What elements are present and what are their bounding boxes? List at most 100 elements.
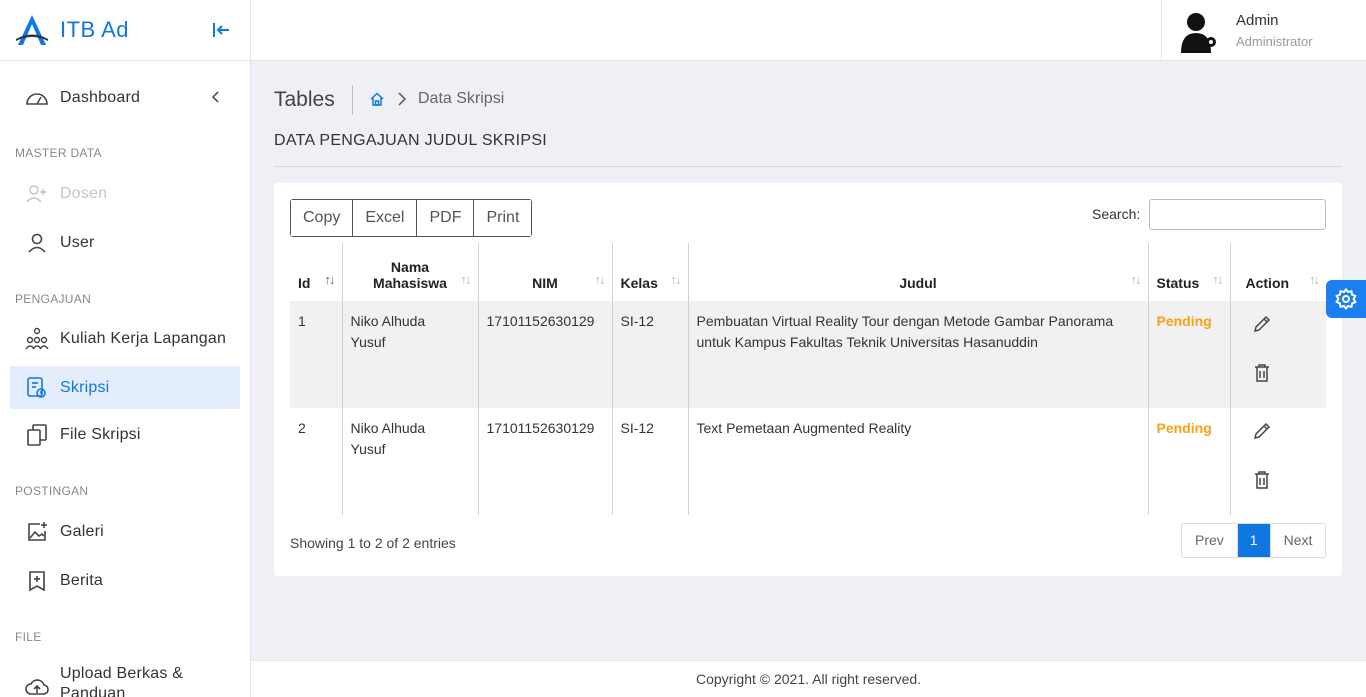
chevron-left-icon [211, 91, 219, 103]
sidebar-item-label: Dashboard [60, 88, 141, 106]
topbar: Admin Administrator [251, 0, 1366, 61]
gear-icon [1335, 288, 1357, 310]
divider [274, 166, 1342, 167]
sidebar-item-upload[interactable]: Upload Berkas & Panduan [10, 662, 240, 697]
sidebar-item-label: User [60, 233, 95, 251]
brand-name: ITB Ad [60, 17, 130, 42]
table-row: 2 Niko Alhuda Yusuf 17101152630129 SI-12 … [290, 408, 1326, 515]
header-label: Mahasiswa [373, 275, 447, 291]
sort-icon: ↑↓ [460, 272, 472, 287]
section-file: FILE [15, 630, 42, 644]
sort-asc-icon: ↑↓ [324, 272, 336, 287]
cell-judul: Text Pemetaan Augmented Reality [687, 408, 1148, 515]
table-info: Showing 1 to 2 of 2 entries [290, 535, 456, 551]
cell-text: Niko Alhuda [350, 313, 426, 329]
copyright-text: Copyright © 2021. All right reserved. [695, 671, 922, 687]
column-header-judul[interactable]: Judul ↑↓ [687, 243, 1148, 301]
sort-icon: ↑↓ [1309, 272, 1320, 287]
export-buttons: Copy Excel PDF Print [290, 199, 533, 237]
cell-nama: Niko Alhuda Yusuf [341, 301, 478, 408]
breadcrumb: Data Skripsi [418, 90, 505, 107]
excel-button[interactable]: Excel [353, 200, 418, 236]
header-label: Action [1245, 275, 1290, 291]
scroll-icon [24, 375, 50, 401]
section-pengajuan: PENGAJUAN [15, 292, 92, 306]
cell-text: Niko Alhuda [350, 420, 426, 436]
user-icon [24, 230, 50, 256]
cell-text: Yusuf [350, 441, 386, 457]
cell-nama: Niko Alhuda Yusuf [341, 408, 478, 515]
column-header-nama[interactable]: Nama Mahasiswa ↑↓ [341, 243, 478, 301]
column-header-action[interactable]: Action ↑↓ [1229, 243, 1326, 301]
sidebar-item-label: Galeri [60, 522, 104, 540]
data-table-card: Copy Excel PDF Print Search: Id ↑↓ Nama Ma… [274, 183, 1342, 576]
search-input[interactable] [1149, 199, 1326, 230]
next-page-button[interactable]: Next [1271, 524, 1326, 557]
cell-nim: 17101152630129 [477, 301, 612, 408]
sidebar: ITB Ad Dashboard MASTER DATA Dosen User … [0, 0, 251, 697]
sidebar-item-file-skripsi[interactable]: File Skripsi [10, 413, 240, 456]
sidebar-item-label: File Skripsi [60, 425, 141, 443]
cell-judul: Pembuatan Virtual Reality Tour dengan Me… [687, 301, 1148, 408]
user-menu[interactable]: Admin Administrator [1161, 0, 1366, 61]
column-header-id[interactable]: Id ↑↓ [290, 243, 342, 301]
cell-action [1229, 301, 1326, 408]
footer: Copyright © 2021. All right reserved. [251, 660, 1366, 697]
page-1-button[interactable]: 1 [1237, 524, 1271, 557]
upload-label-line1: Upload Berkas & [60, 665, 184, 682]
files-icon [24, 422, 50, 448]
sidebar-item-label: Berita [60, 571, 103, 589]
trash-icon[interactable] [1251, 469, 1273, 491]
data-table: Id ↑↓ Nama Mahasiswa ↑↓ NIM ↑↓ Kelas ↑↓ Judul… [290, 243, 1326, 515]
prev-page-button[interactable]: Prev [1182, 524, 1238, 557]
sidebar-item-skripsi[interactable]: Skripsi [10, 366, 240, 409]
section-postingan: POSTINGAN [15, 484, 89, 498]
header-label: Status [1156, 275, 1200, 291]
section-title: DATA PENGAJUAN JUDUL SKRIPSI [274, 132, 548, 149]
cell-id: 2 [298, 420, 306, 436]
dashboard-icon [24, 85, 50, 111]
print-button[interactable]: Print [474, 200, 532, 236]
sidebar-item-kkl[interactable]: Kuliah Kerja Lapangan [10, 317, 240, 360]
sidebar-item-dashboard[interactable]: Dashboard [10, 76, 240, 119]
collapse-sidebar-icon[interactable] [210, 19, 232, 41]
header-label: Id [298, 275, 311, 291]
cell-kelas: SI-12 [611, 408, 688, 515]
user-add-icon [24, 181, 50, 207]
cell-nim: 17101152630129 [477, 408, 612, 515]
bookmark-add-icon [24, 568, 50, 594]
search-label: Search: [1092, 206, 1141, 222]
cell-id: 1 [290, 301, 342, 408]
sidebar-item-galeri[interactable]: Galeri [10, 510, 240, 553]
sidebar-item-label: Upload Berkas & Panduan [60, 664, 183, 697]
brand: ITB Ad [0, 0, 250, 61]
header-label: NIM [532, 275, 558, 291]
pdf-button[interactable]: PDF [417, 200, 475, 236]
sort-icon: ↑↓ [1130, 272, 1142, 287]
settings-button[interactable] [1326, 280, 1366, 318]
column-header-status[interactable]: Status ↑↓ [1147, 243, 1230, 301]
trash-icon[interactable] [1251, 362, 1273, 384]
upload-label-line2: Panduan [60, 685, 126, 697]
avatar [1181, 12, 1216, 53]
cell-action [1229, 408, 1326, 515]
sidebar-item-dosen[interactable]: Dosen [10, 172, 240, 215]
edit-icon[interactable] [1251, 420, 1273, 442]
logo-icon [16, 15, 48, 45]
sidebar-item-berita[interactable]: Berita [10, 559, 240, 602]
cell-kelas: SI-12 [611, 301, 688, 408]
header-label: Nama [390, 259, 430, 275]
sort-icon: ↑↓ [594, 272, 606, 287]
sidebar-item-label: Kuliah Kerja Lapangan [60, 329, 227, 347]
divider [352, 85, 353, 115]
section-master-data: MASTER DATA [15, 146, 102, 160]
sidebar-item-user[interactable]: User [10, 221, 240, 264]
image-add-icon [24, 519, 50, 545]
home-icon[interactable] [369, 91, 385, 107]
copy-button[interactable]: Copy [291, 200, 354, 236]
column-header-kelas[interactable]: Kelas ↑↓ [611, 243, 688, 301]
status-badge: Pending [1147, 301, 1230, 408]
column-header-nim[interactable]: NIM ↑↓ [477, 243, 612, 301]
sidebar-item-label: Dosen [60, 184, 108, 202]
edit-icon[interactable] [1251, 313, 1273, 335]
